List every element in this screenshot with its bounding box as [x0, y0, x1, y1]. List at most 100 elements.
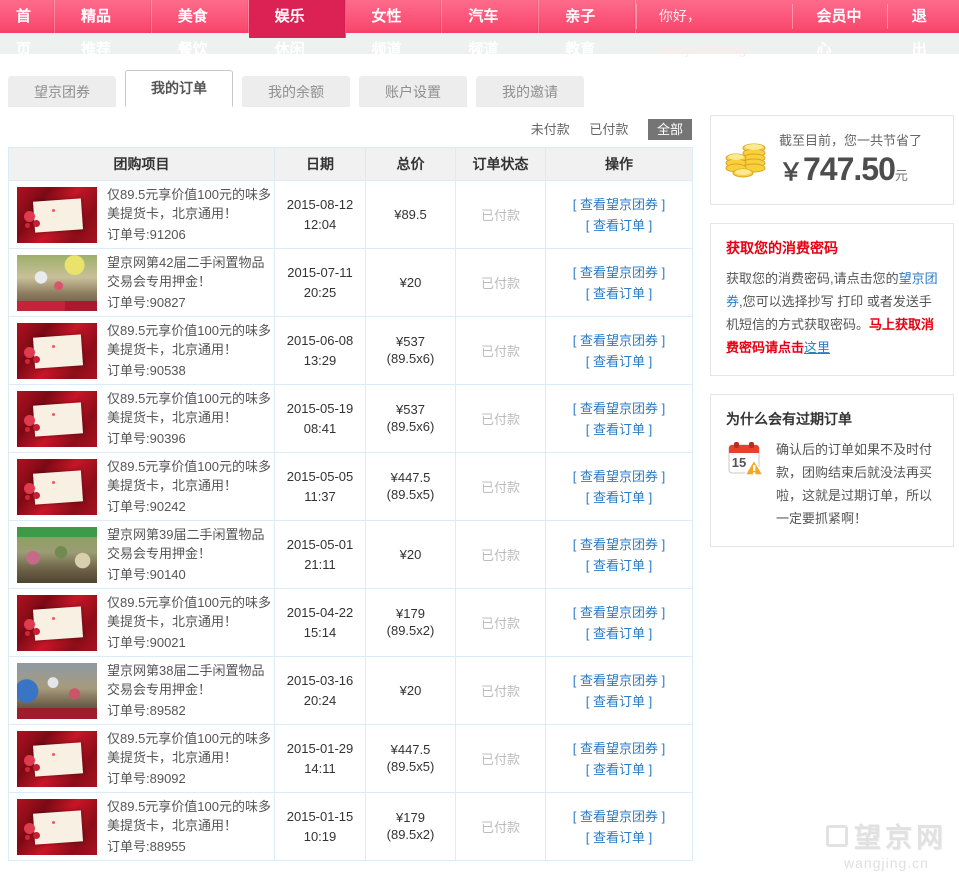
order-date: 2015-05-01	[286, 536, 354, 552]
nav-item-featured[interactable]: 精品推荐	[55, 0, 152, 58]
calendar-warning-icon: 15	[726, 438, 766, 483]
gold-coins-icon	[723, 134, 769, 185]
savings-summary: 截至目前，您一共节省了 ￥747.50元	[779, 130, 922, 188]
order-price-breakdown: (89.5x6)	[386, 418, 435, 434]
order-total-price: ¥447.5	[390, 741, 431, 757]
savings-number: 747.50	[803, 151, 896, 187]
view-coupon-link[interactable]: [ 查看望京团券 ]	[548, 602, 690, 623]
nav-user-area: 你好，xiaoyuanheng！ 会员中心 退出	[636, 0, 959, 58]
view-order-link[interactable]: [ 查看订单 ]	[548, 691, 690, 712]
order-date: 2015-01-29	[286, 740, 354, 756]
order-number: 订单号:89582	[107, 703, 186, 718]
product-title[interactable]: 望京网第39届二手闲置物品交易会专用押金！	[107, 525, 272, 563]
product-title[interactable]: 望京网第38届二手闲置物品交易会专用押金！	[107, 661, 272, 699]
tab-coupons[interactable]: 望京团券	[8, 76, 116, 107]
order-date: 2015-08-12	[286, 196, 354, 212]
product-title[interactable]: 仅89.5元享价值100元的味多美提货卡，北京通用！	[107, 389, 272, 427]
nav-item-parenting[interactable]: 亲子教育	[539, 0, 637, 58]
product-title[interactable]: 仅89.5元享价值100元的味多美提货卡，北京通用！	[107, 321, 272, 359]
product-thumbnail[interactable]	[17, 662, 97, 719]
order-number: 订单号:90242	[107, 499, 186, 514]
order-price-breakdown: (89.5x5)	[386, 758, 435, 774]
product-thumbnail[interactable]	[17, 390, 97, 447]
product-thumbnail[interactable]	[17, 458, 97, 515]
orders-table-body: 仅89.5元享价值100元的味多美提货卡，北京通用！ 订单号:91206 201…	[8, 180, 693, 861]
order-row: 仅89.5元享价值100元的味多美提货卡，北京通用！ 订单号:88955 201…	[8, 792, 693, 861]
order-time: 20:25	[303, 284, 337, 300]
filter-paid[interactable]: 已付款	[589, 122, 628, 137]
nav-item-auto[interactable]: 汽车频道	[442, 0, 540, 58]
product-thumbnail[interactable]	[17, 594, 97, 651]
sidebar: 截至目前，您一共节省了 ￥747.50元 获取您的消费密码 获取您的消费密码,请…	[710, 109, 954, 875]
view-coupon-link[interactable]: [ 查看望京团券 ]	[548, 194, 690, 215]
view-coupon-link[interactable]: [ 查看望京团券 ]	[548, 806, 690, 827]
product-title[interactable]: 仅89.5元享价值100元的味多美提货卡，北京通用！	[107, 797, 272, 835]
get-password-here-link[interactable]: 这里	[804, 340, 830, 355]
consume-password-box: 获取您的消费密码 获取您的消费密码,请点击您的望京团券,您可以选择抄写 打印 或…	[710, 223, 954, 376]
tab-account-settings[interactable]: 账户设置	[359, 76, 467, 107]
nav-item-entertainment[interactable]: 娱乐休闲	[248, 0, 346, 58]
view-coupon-link[interactable]: [ 查看望京团券 ]	[548, 262, 690, 283]
member-center-link[interactable]: 会员中心	[793, 0, 887, 58]
order-row: 望京网第38届二手闲置物品交易会专用押金！ 订单号:89582 2015-03-…	[8, 656, 693, 725]
savings-amount: ￥747.50元	[779, 151, 922, 188]
order-price-breakdown: (89.5x2)	[386, 622, 435, 638]
filter-unpaid[interactable]: 未付款	[531, 122, 570, 137]
order-row: 仅89.5元享价值100元的味多美提货卡，北京通用！ 订单号:91206 201…	[8, 180, 693, 249]
product-thumbnail[interactable]	[17, 730, 97, 787]
order-time: 12:04	[303, 216, 337, 232]
view-coupon-link[interactable]: [ 查看望京团券 ]	[548, 330, 690, 351]
order-row: 仅89.5元享价值100元的味多美提货卡，北京通用！ 订单号:90242 201…	[8, 452, 693, 521]
order-total-price: ¥20	[399, 683, 422, 698]
view-order-link[interactable]: [ 查看订单 ]	[548, 623, 690, 644]
col-header-actions: 操作	[545, 147, 693, 181]
col-header-date: 日期	[274, 147, 366, 181]
product-thumbnail[interactable]	[17, 322, 97, 379]
consume-password-text: 获取您的消费密码,请点击您的望京团券,您可以选择抄写 打印 或者发送手机短信的方…	[726, 267, 938, 359]
view-coupon-link[interactable]: [ 查看望京团券 ]	[548, 398, 690, 419]
product-title[interactable]: 仅89.5元享价值100元的味多美提货卡，北京通用！	[107, 729, 272, 767]
product-thumbnail[interactable]	[17, 526, 97, 583]
product-title[interactable]: 仅89.5元享价值100元的味多美提货卡，北京通用！	[107, 593, 272, 631]
svg-text:15: 15	[732, 455, 746, 470]
order-status-badge: 已付款	[480, 752, 520, 767]
savings-currency-symbol: ￥	[779, 159, 803, 186]
nav-item-home[interactable]: 首页	[0, 0, 55, 58]
product-thumbnail[interactable]	[17, 798, 97, 855]
consume-password-title: 获取您的消费密码	[726, 240, 838, 256]
view-order-link[interactable]: [ 查看订单 ]	[548, 555, 690, 576]
view-order-link[interactable]: [ 查看订单 ]	[548, 215, 690, 236]
view-coupon-link[interactable]: [ 查看望京团券 ]	[548, 738, 690, 759]
nav-item-women[interactable]: 女性频道	[346, 0, 443, 58]
order-status-badge: 已付款	[480, 684, 520, 699]
filter-all[interactable]: 全部	[647, 119, 692, 140]
view-coupon-link[interactable]: [ 查看望京团券 ]	[548, 466, 690, 487]
product-thumbnail[interactable]	[17, 186, 97, 243]
user-greeting: 你好，xiaoyuanheng！	[658, 8, 761, 57]
orders-table: 团购项目 日期 总价 订单状态 操作 仅89.5元享价值100元的味多美提货卡，…	[8, 147, 693, 861]
view-coupon-link[interactable]: [ 查看望京团券 ]	[548, 534, 690, 555]
order-date: 2015-03-16	[286, 672, 354, 688]
col-header-status: 订单状态	[455, 147, 546, 181]
product-title[interactable]: 仅89.5元享价值100元的味多美提货卡，北京通用！	[107, 185, 272, 223]
product-title[interactable]: 仅89.5元享价值100元的味多美提货卡，北京通用！	[107, 457, 272, 495]
tab-my-orders[interactable]: 我的订单	[125, 70, 233, 107]
view-order-link[interactable]: [ 查看订单 ]	[548, 419, 690, 440]
view-order-link[interactable]: [ 查看订单 ]	[548, 487, 690, 508]
view-order-link[interactable]: [ 查看订单 ]	[548, 283, 690, 304]
view-coupon-link[interactable]: [ 查看望京团券 ]	[548, 670, 690, 691]
view-order-link[interactable]: [ 查看订单 ]	[548, 759, 690, 780]
order-total-price: ¥179	[396, 809, 425, 825]
tab-balance[interactable]: 我的余额	[242, 76, 350, 107]
nav-item-food[interactable]: 美食餐饮	[152, 0, 249, 58]
logout-link[interactable]: 退出	[888, 0, 959, 58]
order-time: 21:11	[304, 556, 336, 572]
view-order-link[interactable]: [ 查看订单 ]	[548, 351, 690, 372]
order-time: 14:11	[304, 760, 336, 776]
order-number: 订单号:90827	[107, 295, 186, 310]
order-row: 仅89.5元享价值100元的味多美提货卡，北京通用！ 订单号:90538 201…	[8, 316, 693, 385]
product-thumbnail[interactable]	[17, 254, 97, 311]
product-title[interactable]: 望京网第42届二手闲置物品交易会专用押金！	[107, 253, 272, 291]
tab-invitations[interactable]: 我的邀请	[476, 76, 584, 107]
view-order-link[interactable]: [ 查看订单 ]	[548, 827, 690, 848]
